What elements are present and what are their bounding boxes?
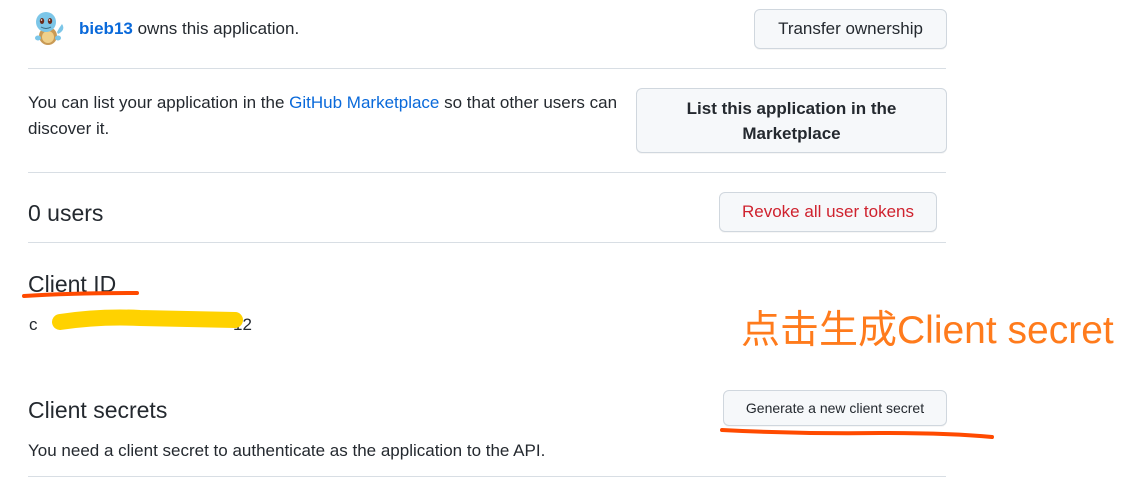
client-secrets-description: You need a client secret to authenticate… — [28, 441, 546, 460]
divider-3 — [28, 242, 946, 243]
list-in-marketplace-label-2: Marketplace — [742, 123, 841, 143]
generate-client-secret-label: Generate a new client secret — [745, 400, 925, 416]
users-count-label: 0 users — [28, 200, 104, 226]
generate-client-secret-button[interactable]: Generate a new client secret — [723, 390, 947, 426]
divider-1 — [28, 68, 946, 69]
transfer-ownership-label: Transfer ownership — [778, 19, 923, 38]
revoke-all-user-tokens-button[interactable]: Revoke all user tokens — [719, 192, 937, 232]
marketplace-text-before: You can list your application in the — [28, 93, 290, 112]
github-marketplace-link[interactable]: GitHub Marketplace — [289, 93, 439, 112]
annotation-overlay — [22, 291, 994, 439]
client-id-value: c 12 — [29, 314, 259, 336]
owner-avatar[interactable] — [28, 8, 68, 48]
marketplace-text-after: so that other users can — [439, 93, 618, 112]
owner-username-link[interactable]: bieb13 — [79, 19, 133, 38]
owner-line: bieb13 owns this application. — [79, 19, 299, 39]
generate-button-underline — [720, 428, 994, 439]
transfer-ownership-button[interactable]: Transfer ownership — [754, 9, 947, 49]
users-count: 0 users — [28, 200, 103, 226]
squirtle-avatar-icon — [35, 12, 64, 45]
marketplace-text-line2: discover it. — [28, 119, 110, 138]
list-in-marketplace-button[interactable]: List this application in the Marketplace — [636, 88, 947, 153]
owner-text: owns this application. — [137, 19, 300, 38]
client-id-value-end: 12 — [233, 315, 252, 334]
annotation-text: 点击生成Client secret — [741, 309, 1114, 352]
revoke-all-user-tokens-label: Revoke all user tokens — [742, 202, 914, 221]
marketplace-description: You can list your application in the Git… — [28, 90, 638, 142]
divider-4 — [28, 476, 946, 477]
client-id-heading: Client ID — [28, 271, 117, 297]
divider-2 — [28, 172, 946, 173]
client-id-value-start: c — [29, 315, 38, 334]
client-secrets-heading: Client secrets — [28, 397, 168, 423]
list-in-marketplace-label-1: List this application in the — [686, 98, 897, 118]
